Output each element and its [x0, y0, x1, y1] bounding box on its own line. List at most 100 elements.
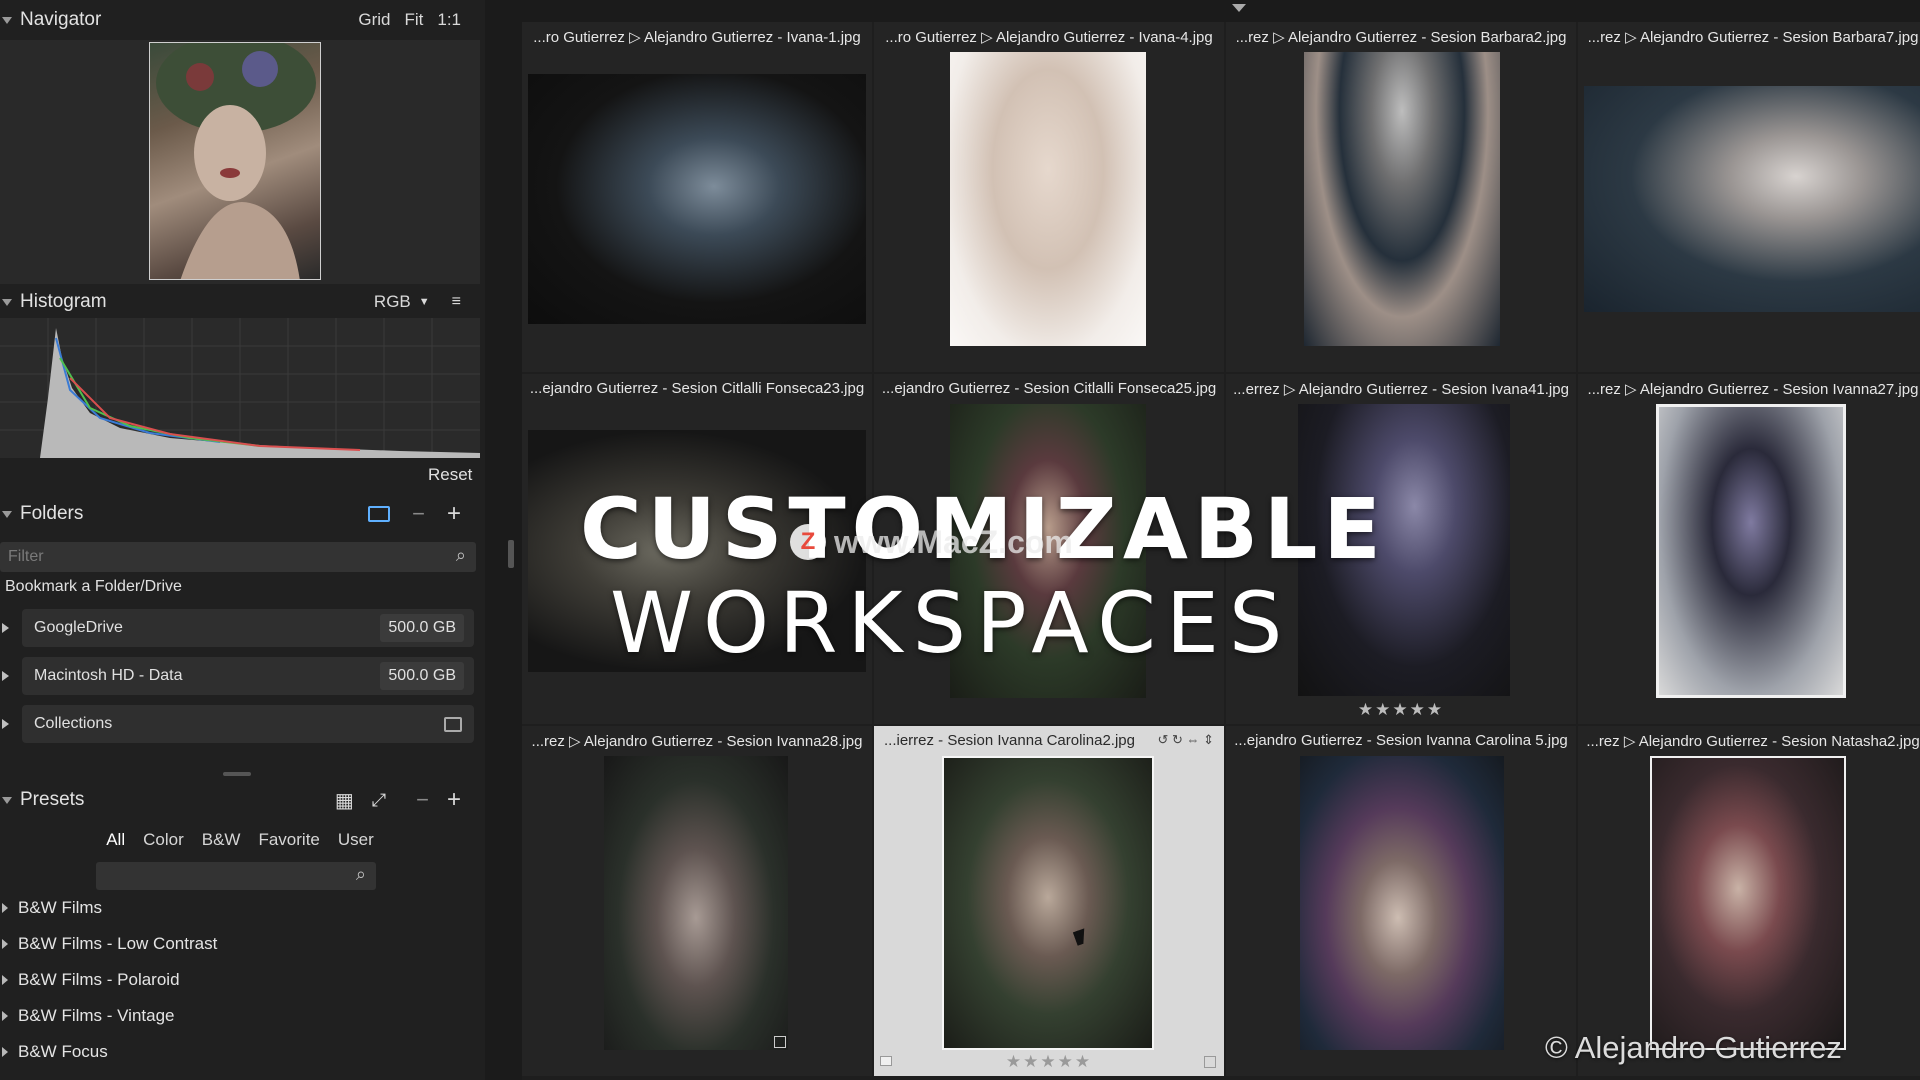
thumbnail-caption: ...ejandro Gutierrez - Sesion Citlalli F…: [529, 380, 865, 397]
folder-icon[interactable]: [368, 506, 391, 522]
panel-splitter[interactable]: [508, 540, 514, 568]
drive-label: Macintosh HD - Data: [34, 667, 183, 684]
expand-icon[interactable]: [2, 623, 9, 633]
bookmark-folder-link[interactable]: Bookmark a Folder/Drive: [5, 578, 182, 596]
rating-stars[interactable]: ★★★★★: [1226, 700, 1576, 720]
search-icon[interactable]: ⌕: [356, 864, 366, 885]
panel-resize-handle[interactable]: [223, 772, 251, 776]
expand-icon[interactable]: [2, 939, 8, 949]
filter-placeholder: Filter: [8, 548, 44, 565]
thumbnail-cell[interactable]: ...ro Gutierrez ▷ Alejandro Gutierrez - …: [522, 22, 872, 372]
flag-icon[interactable]: [880, 1056, 892, 1066]
remove-preset-button[interactable]: −: [416, 787, 429, 813]
preset-tab-color[interactable]: Color: [143, 830, 184, 850]
collections-icon[interactable]: [444, 716, 462, 732]
preset-label: B&W Focus: [18, 1042, 108, 1061]
add-folder-button[interactable]: +: [447, 500, 461, 528]
watermark-logo: Z: [790, 524, 826, 560]
thumbnail-caption: ...rez ▷ Alejandro Gutierrez - Sesion Ba…: [1235, 29, 1567, 46]
chevron-down-icon[interactable]: [1232, 4, 1246, 12]
folders-header[interactable]: Folders − +: [0, 494, 485, 534]
search-icon[interactable]: ⌕: [456, 545, 466, 566]
histogram-mode-select[interactable]: RGB: [374, 292, 411, 312]
navigator-header[interactable]: Navigator Grid Fit 1:1: [0, 0, 485, 40]
menu-icon[interactable]: ≡: [452, 293, 461, 311]
left-panel: Navigator Grid Fit 1:1 Histogram RGB ▼ ≡: [0, 0, 485, 1080]
thumbnail-image[interactable]: [950, 52, 1146, 346]
watermark-text: www.MacZ.com: [834, 524, 1073, 560]
expand-icon[interactable]: [2, 1011, 8, 1021]
thumbnail-image[interactable]: [1650, 756, 1846, 1050]
collections-row[interactable]: Collections: [22, 705, 474, 743]
thumbnail-caption: ...ro Gutierrez ▷ Alejandro Gutierrez - …: [885, 29, 1213, 46]
histogram-title: Histogram: [20, 291, 107, 312]
thumbnail-caption: ...rez ▷ Alejandro Gutierrez - Sesion Iv…: [531, 733, 863, 750]
thumbnail-caption: ...rez ▷ Alejandro Gutierrez - Sesion Ba…: [1587, 29, 1919, 46]
copyright-text: © Alejandro Gutierrez: [1545, 1030, 1842, 1065]
thumbnail-cell[interactable]: ...rez ▷ Alejandro Gutierrez - Sesion Iv…: [522, 726, 872, 1076]
preset-label: B&W Films - Polaroid: [18, 970, 180, 989]
grid-view-icon[interactable]: ▦: [335, 788, 354, 813]
preset-tab-bw[interactable]: B&W: [202, 830, 241, 850]
expand-icon[interactable]: [2, 903, 8, 913]
thumbnail-image[interactable]: [604, 756, 788, 1050]
preset-tab-favorite[interactable]: Favorite: [258, 830, 319, 850]
overlay-title-line2: WORKSPACES: [610, 574, 1293, 672]
expand-icon[interactable]: [2, 719, 9, 729]
thumbnail-caption: ...ro Gutierrez ▷ Alejandro Gutierrez - …: [533, 29, 861, 46]
rating-stars[interactable]: ★★★★★: [874, 1052, 1224, 1072]
remove-folder-button[interactable]: −: [412, 501, 425, 527]
thumbnail-caption: ...rez ▷ Alejandro Gutierrez - Sesion Na…: [1586, 733, 1920, 750]
thumbnail-caption: ...ejandro Gutierrez - Sesion Citlalli F…: [881, 380, 1217, 397]
preset-tab-all[interactable]: All: [106, 830, 125, 850]
thumbnail-image[interactable]: [528, 74, 866, 324]
histogram-graph: [0, 318, 480, 458]
chevron-down-icon[interactable]: ▼: [419, 296, 430, 308]
folder-filter-input[interactable]: Filter ⌕: [0, 542, 476, 572]
thumbnail-cell[interactable]: ...rez ▷ Alejandro Gutierrez - Sesion Na…: [1578, 726, 1920, 1076]
collapse-icon[interactable]: [2, 510, 12, 518]
add-preset-button[interactable]: +: [447, 786, 461, 814]
one-to-one-zoom-button[interactable]: 1:1: [437, 10, 461, 30]
presets-title: Presets: [20, 789, 85, 810]
grid-zoom-button[interactable]: Grid: [358, 10, 390, 30]
preset-tab-user[interactable]: User: [338, 830, 374, 850]
expand-view-icon[interactable]: ⤢: [372, 790, 386, 811]
collapse-icon[interactable]: [2, 16, 12, 24]
rotate-icon[interactable]: ↺ ↻ ⇔ ⇕: [1157, 732, 1214, 748]
thumbnail-image[interactable]: [1300, 756, 1504, 1050]
expand-icon[interactable]: [2, 1047, 8, 1057]
navigator-thumbnail[interactable]: [149, 42, 321, 280]
thumbnail-image[interactable]: [1584, 86, 1920, 312]
thumbnail-cell[interactable]: ...ro Gutierrez ▷ Alejandro Gutierrez - …: [874, 22, 1224, 372]
drive-label: GoogleDrive: [34, 619, 123, 636]
preset-item[interactable]: B&W Films - Low Contrast: [0, 931, 217, 957]
thumbnail-cell[interactable]: ...rez ▷ Alejandro Gutierrez - Sesion Ba…: [1578, 22, 1920, 372]
histogram-reset-button[interactable]: Reset: [428, 465, 472, 485]
preset-item[interactable]: B&W Focus: [0, 1039, 108, 1065]
thumbnail-image[interactable]: [1656, 404, 1846, 698]
collapse-icon[interactable]: [2, 298, 12, 306]
thumbnail-image[interactable]: [1304, 52, 1500, 346]
fit-zoom-button[interactable]: Fit: [404, 10, 423, 30]
collapse-icon[interactable]: [2, 796, 12, 804]
drive-macintosh-hd[interactable]: Macintosh HD - Data 500.0 GB: [22, 657, 474, 695]
expand-icon[interactable]: [2, 671, 9, 681]
thumbnail-cell-selected[interactable]: ...ierrez - Sesion Ivanna Carolina2.jpg …: [874, 726, 1224, 1076]
histogram-header[interactable]: Histogram RGB ▼ ≡: [0, 282, 485, 322]
drive-googledrive[interactable]: GoogleDrive 500.0 GB: [22, 609, 474, 647]
preset-item[interactable]: B&W Films: [0, 895, 102, 921]
thumbnail-caption: ...errez ▷ Alejandro Gutierrez - Sesion …: [1233, 381, 1569, 398]
expand-icon[interactable]: [2, 975, 8, 985]
preset-item[interactable]: B&W Films - Vintage: [0, 1003, 175, 1029]
thumbnail-cell[interactable]: ...ejandro Gutierrez - Sesion Ivanna Car…: [1226, 726, 1576, 1076]
thumbnail-image[interactable]: [942, 756, 1154, 1050]
collections-label: Collections: [34, 715, 113, 732]
checkbox-icon[interactable]: [1204, 1056, 1216, 1068]
preset-item[interactable]: B&W Films - Polaroid: [0, 967, 180, 993]
preset-search-input[interactable]: ⌕: [96, 862, 376, 890]
navigator-pane: [0, 40, 480, 284]
presets-header[interactable]: Presets ▦ ⤢ − +: [0, 780, 485, 820]
thumbnail-cell[interactable]: ...rez ▷ Alejandro Gutierrez - Sesion Ba…: [1226, 22, 1576, 372]
thumbnail-cell[interactable]: ...rez ▷ Alejandro Gutierrez - Sesion Iv…: [1578, 374, 1920, 724]
